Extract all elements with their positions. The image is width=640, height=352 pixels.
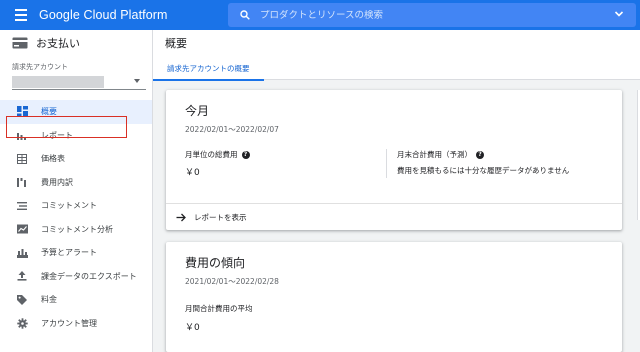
- card-title: 今月: [185, 104, 210, 118]
- product-title[interactable]: Google Cloud Platform: [39, 8, 168, 22]
- hamburger-menu-icon[interactable]: [7, 0, 35, 30]
- export-icon: [16, 270, 28, 282]
- sidebar: お支払い 請求先アカウント 概要 レポート 価格表 費用内訳 コミットメント コ…: [0, 30, 153, 352]
- average-monthly-cost-value: ￥0: [185, 323, 200, 333]
- date-range: 2022/02/01～2022/02/07: [185, 125, 279, 134]
- billing-card-icon: [12, 37, 28, 49]
- sidebar-item-commitment-analysis[interactable]: コミットメント分析: [0, 218, 152, 242]
- monthly-total-cost-metric: 月単位の総費用 ? ￥0: [166, 149, 386, 178]
- metric-label-row: 月単位の総費用 ?: [185, 149, 386, 160]
- tab-bar: 請求先アカウントの概要: [153, 56, 640, 81]
- sidebar-item-pricing[interactable]: 料金: [0, 288, 152, 312]
- chevron-down-icon[interactable]: [614, 9, 624, 19]
- forecast-total-cost-metric: 月末合計費用（予測） ? 費用を見積もるには十分な履歴データがありません: [386, 149, 606, 178]
- billing-account-label: 請求先アカウント: [12, 63, 68, 71]
- cost-breakdown-icon: [16, 176, 28, 188]
- dropdown-caret-icon: [134, 79, 140, 83]
- gear-icon: [16, 317, 28, 329]
- cost-trend-card: 費用の傾向 2021/02/01～2022/02/28 月間合計費用の平均 ￥0: [166, 242, 622, 352]
- main-content: 概要 請求先アカウントの概要 今月 2022/02/01～2022/02/07 …: [153, 30, 640, 352]
- sidebar-item-label: コミットメント分析: [41, 224, 113, 234]
- list-icon: [16, 200, 28, 212]
- view-report-link[interactable]: レポートを表示: [166, 203, 622, 230]
- arrow-right-icon: [176, 213, 186, 221]
- metrics-row: 月単位の総費用 ? ￥0 月末合計費用（予測） ? 費用を見積もるには十分な履歴…: [166, 149, 622, 178]
- redacted-account-name: [12, 75, 104, 88]
- search-icon: [240, 10, 250, 20]
- this-month-card: 今月 2022/02/01～2022/02/07 月単位の総費用 ? ￥0 月末…: [166, 90, 622, 230]
- sidebar-title: お支払い: [36, 37, 80, 50]
- sidebar-item-commitments[interactable]: コミットメント: [0, 194, 152, 218]
- metric-label: 月末合計費用（予測）: [397, 150, 472, 159]
- search-bar[interactable]: [228, 3, 636, 27]
- date-range: 2021/02/01～2022/02/28: [185, 277, 279, 286]
- sidebar-item-account-management[interactable]: アカウント管理: [0, 312, 152, 336]
- sidebar-item-pricing-table[interactable]: 価格表: [0, 147, 152, 171]
- sidebar-header: お支払い: [0, 30, 152, 56]
- budget-icon: [16, 247, 28, 259]
- metric-label: 月単位の総費用: [185, 150, 238, 159]
- view-report-label: レポートを表示: [194, 212, 247, 222]
- tag-icon: [16, 294, 28, 306]
- reports-highlight-annotation: [6, 116, 127, 138]
- sidebar-item-budgets-alerts[interactable]: 予算とアラート: [0, 241, 152, 265]
- table-icon: [16, 153, 28, 165]
- top-app-bar: Google Cloud Platform: [0, 0, 640, 30]
- metric-value: ￥0: [185, 168, 200, 178]
- sidebar-item-label: 課金データのエクスポート: [41, 271, 137, 281]
- metric-label-row: 月末合計費用（予測） ?: [397, 149, 606, 160]
- tab-billing-account-overview[interactable]: 請求先アカウントの概要: [153, 57, 264, 81]
- search-input[interactable]: [260, 9, 590, 21]
- sidebar-item-label: 価格表: [41, 154, 65, 164]
- sidebar-item-label: 料金: [41, 295, 57, 305]
- sidebar-item-label: 費用内訳: [41, 177, 73, 187]
- sidebar-item-cost-breakdown[interactable]: 費用内訳: [0, 171, 152, 195]
- metric-note: 費用を見積もるには十分な履歴データがありません: [397, 166, 570, 175]
- sidebar-item-billing-export[interactable]: 課金データのエクスポート: [0, 265, 152, 289]
- sidebar-item-label: コミットメント: [41, 201, 97, 211]
- analysis-icon: [16, 223, 28, 235]
- help-icon[interactable]: ?: [241, 150, 250, 159]
- sidebar-item-label: アカウント管理: [41, 318, 97, 328]
- card-title: 費用の傾向: [185, 256, 246, 270]
- billing-account-select[interactable]: [12, 74, 146, 90]
- average-monthly-cost-label: 月間合計費用の平均: [185, 304, 253, 313]
- sidebar-item-label: 予算とアラート: [41, 248, 97, 258]
- page-title: 概要: [153, 30, 640, 56]
- help-icon[interactable]: ?: [476, 150, 484, 159]
